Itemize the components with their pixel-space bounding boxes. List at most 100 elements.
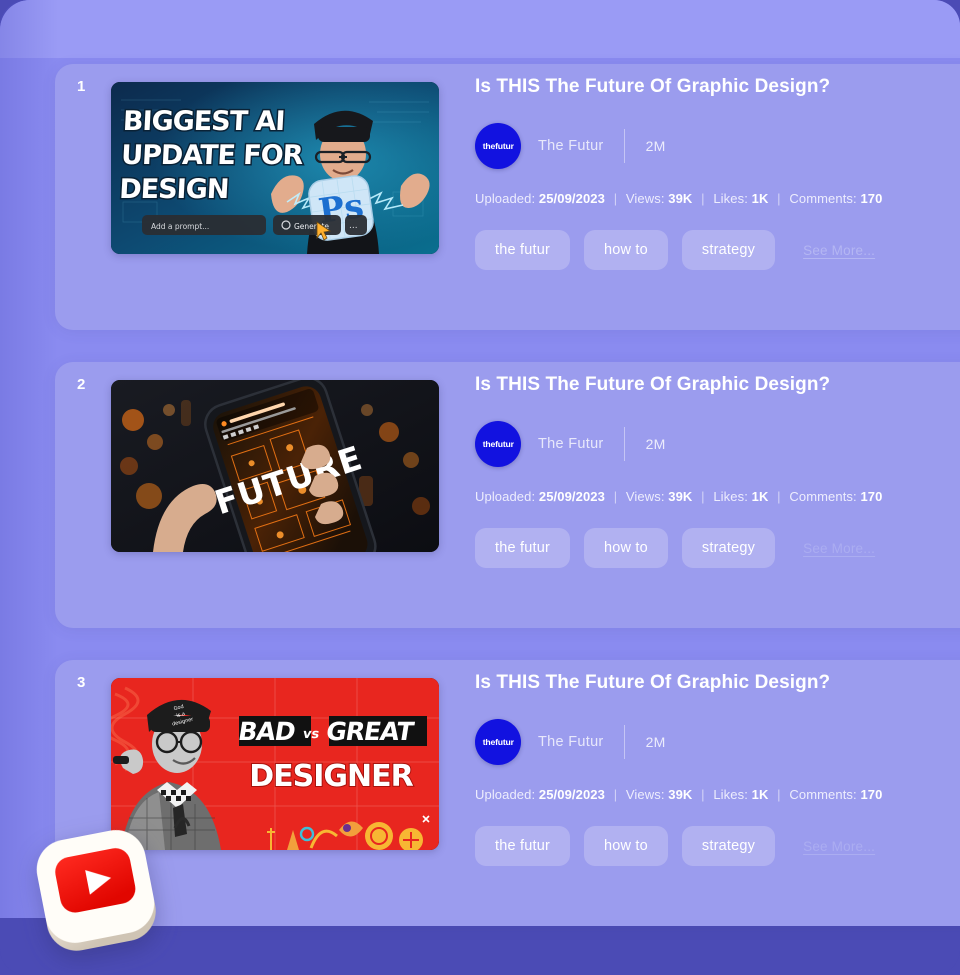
tag-pill[interactable]: how to	[584, 826, 668, 866]
see-more-link[interactable]: See More...	[803, 839, 875, 854]
video-info: Is THIS The Future Of Graphic Design? th…	[475, 672, 960, 866]
uploaded-label: Uploaded:	[475, 191, 536, 206]
left-edge-shade	[0, 0, 58, 918]
video-info: Is THIS The Future Of Graphic Design? th…	[475, 374, 960, 568]
tags-row: the futur how to strategy See More...	[475, 826, 960, 866]
tags-row: the futur how to strategy See More...	[475, 230, 960, 270]
video-card[interactable]: 1 BIGGEST AI UPDATE FOR DESIGN Ps Add a …	[55, 64, 960, 330]
rank-number: 2	[77, 376, 86, 393]
video-card[interactable]: 3 God is a designer BAD vs GREAT DESIGNE…	[55, 660, 960, 926]
channel-row[interactable]: thefutur The Futur 2M	[475, 719, 960, 765]
svg-text:BIGGEST AI: BIGGEST AI	[122, 106, 285, 137]
uploaded-label: Uploaded:	[475, 489, 536, 504]
svg-text:UPDATE FOR: UPDATE FOR	[120, 140, 304, 171]
comments-value: 170	[860, 489, 883, 504]
subscriber-count: 2M	[645, 436, 666, 452]
uploaded-value: 25/09/2023	[538, 787, 605, 802]
video-thumbnail[interactable]: FUTURE	[111, 380, 439, 552]
subscriber-count: 2M	[645, 734, 666, 750]
channel-name[interactable]: The Futur	[538, 734, 604, 750]
thumbnail-art-ai-update: BIGGEST AI UPDATE FOR DESIGN Ps Add a pr…	[111, 82, 439, 254]
comments-label: Comments:	[789, 787, 857, 802]
views-value: 39K	[668, 787, 693, 802]
video-ranking-page: 1 BIGGEST AI UPDATE FOR DESIGN Ps Add a …	[0, 0, 960, 975]
stat-separator: |	[701, 191, 705, 206]
channel-divider	[623, 129, 625, 163]
tag-pill[interactable]: strategy	[681, 230, 776, 270]
stat-separator: |	[777, 489, 781, 504]
sheet-top-highlight	[0, 0, 960, 58]
uploaded-value: 25/09/2023	[538, 191, 605, 206]
tag-pill[interactable]: strategy	[681, 528, 776, 568]
views-value: 39K	[668, 489, 693, 504]
thefutur-avatar-icon[interactable]: thefutur	[475, 421, 521, 467]
channel-name[interactable]: The Futur	[538, 436, 604, 452]
views-label: Views:	[625, 489, 665, 504]
svg-text:...: ...	[349, 221, 358, 231]
tag-pill[interactable]: the futur	[475, 230, 570, 270]
svg-text:DESIGNER: DESIGNER	[249, 759, 413, 794]
tag-pill[interactable]: strategy	[681, 826, 776, 866]
comments-value: 170	[860, 191, 883, 206]
thumbnail-art-future-phone: FUTURE	[111, 380, 439, 552]
stat-separator: |	[613, 489, 618, 504]
video-thumbnail[interactable]: God is a designer BAD vs GREAT DESIGNER	[111, 678, 439, 850]
comments-label: Comments:	[789, 191, 857, 206]
subscriber-count: 2M	[645, 138, 666, 154]
stat-separator: |	[613, 191, 618, 206]
rank-number: 3	[77, 674, 86, 691]
channel-name[interactable]: The Futur	[538, 138, 604, 154]
views-label: Views:	[625, 191, 665, 206]
avatar-label: thefutur	[482, 737, 514, 747]
comments-label: Comments:	[789, 489, 857, 504]
video-stats-row: Uploaded: 25/09/2023 | Views: 39K | Like…	[475, 787, 960, 802]
uploaded-value: 25/09/2023	[538, 489, 605, 504]
video-thumbnail[interactable]: BIGGEST AI UPDATE FOR DESIGN Ps Add a pr…	[111, 82, 439, 254]
avatar-label: thefutur	[482, 141, 514, 151]
video-title[interactable]: Is THIS The Future Of Graphic Design?	[475, 374, 960, 396]
svg-text:BAD: BAD	[236, 717, 297, 746]
likes-value: 1K	[751, 787, 769, 802]
likes-label: Likes:	[713, 489, 748, 504]
views-label: Views:	[625, 787, 665, 802]
youtube-badge-art	[36, 830, 156, 951]
tag-pill[interactable]: the futur	[475, 528, 570, 568]
thefutur-avatar-icon[interactable]: thefutur	[475, 719, 521, 765]
svg-text:DESIGN: DESIGN	[119, 174, 230, 205]
comments-value: 170	[860, 787, 883, 802]
thumbnail-art-bad-vs-great: God is a designer BAD vs GREAT DESIGNER	[111, 678, 439, 850]
stat-separator: |	[613, 787, 618, 802]
video-stats-row: Uploaded: 25/09/2023 | Views: 39K | Like…	[475, 489, 960, 504]
likes-label: Likes:	[713, 787, 748, 802]
tags-row: the futur how to strategy See More...	[475, 528, 960, 568]
thefutur-avatar-icon[interactable]: thefutur	[475, 123, 521, 169]
views-value: 39K	[668, 191, 693, 206]
svg-text:vs: vs	[302, 727, 321, 742]
stat-separator: |	[701, 787, 705, 802]
likes-value: 1K	[751, 191, 769, 206]
video-info: Is THIS The Future Of Graphic Design? th…	[475, 76, 960, 270]
channel-row[interactable]: thefutur The Futur 2M	[475, 123, 960, 169]
see-more-link[interactable]: See More...	[803, 541, 875, 556]
see-more-link[interactable]: See More...	[803, 243, 875, 258]
likes-value: 1K	[751, 489, 769, 504]
stat-separator: |	[777, 191, 781, 206]
video-stats-row: Uploaded: 25/09/2023 | Views: 39K | Like…	[475, 191, 960, 206]
tag-pill[interactable]: the futur	[475, 826, 570, 866]
video-title[interactable]: Is THIS The Future Of Graphic Design?	[475, 76, 960, 98]
avatar-label: thefutur	[482, 439, 514, 449]
tag-pill[interactable]: how to	[584, 230, 668, 270]
video-title[interactable]: Is THIS The Future Of Graphic Design?	[475, 672, 960, 694]
video-card[interactable]: 2 FUTURE Is THIS The Future Of Graphic D…	[55, 362, 960, 628]
tag-pill[interactable]: how to	[584, 528, 668, 568]
stat-separator: |	[777, 787, 781, 802]
stat-separator: |	[701, 489, 705, 504]
channel-divider	[623, 725, 625, 759]
uploaded-label: Uploaded:	[475, 787, 536, 802]
likes-label: Likes:	[713, 191, 748, 206]
youtube-play-icon	[22, 813, 174, 965]
svg-text:GREAT: GREAT	[324, 717, 417, 746]
channel-divider	[623, 427, 625, 461]
svg-text:Add a prompt...: Add a prompt...	[151, 222, 209, 231]
channel-row[interactable]: thefutur The Futur 2M	[475, 421, 960, 467]
